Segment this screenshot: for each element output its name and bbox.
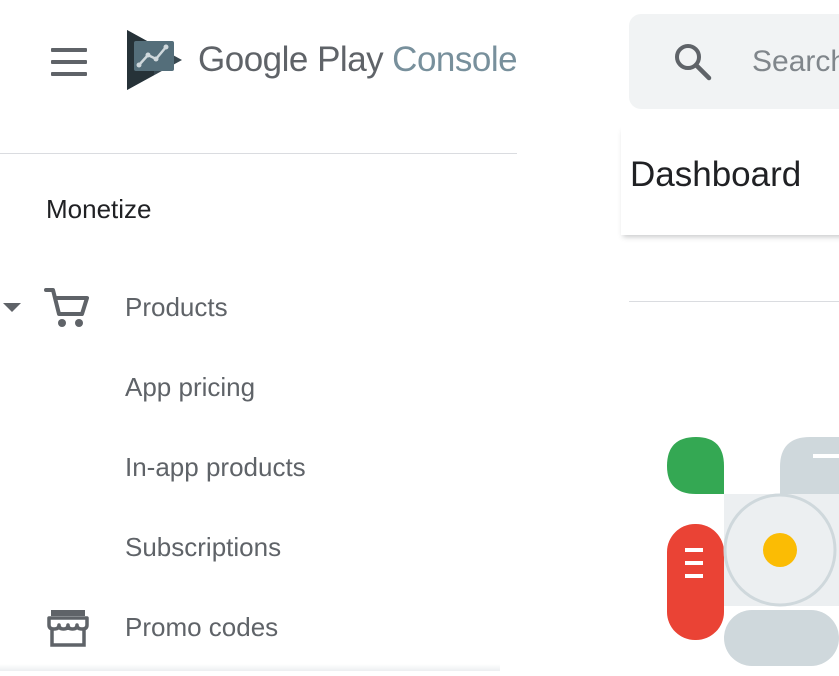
sidebar-item-app-pricing[interactable]: App pricing	[0, 358, 517, 416]
sidebar-item-label: Promo codes	[125, 612, 279, 642]
brand-console: Console	[392, 40, 518, 79]
sidebar-item-label: Subscriptions	[125, 532, 282, 562]
search-input[interactable]	[752, 42, 839, 82]
sidebar-item-subscriptions[interactable]: Subscriptions	[0, 518, 517, 576]
shopping-cart-icon	[44, 286, 92, 330]
brand-google-play: Google Play	[198, 40, 384, 79]
storefront-icon	[44, 606, 92, 650]
expand-caret-icon[interactable]	[3, 303, 21, 312]
sidebar-bottom-shadow	[0, 664, 500, 671]
content-divider	[629, 301, 839, 302]
sidebar-item-products[interactable]: Products	[0, 278, 517, 336]
play-console-logo-icon[interactable]	[124, 28, 186, 92]
sidebar-item-label: In-app products	[125, 452, 306, 482]
sidebar-item-label: Products	[125, 292, 228, 322]
sidebar-item-label: App pricing	[125, 372, 256, 402]
header-divider	[0, 153, 517, 154]
search-bar[interactable]	[629, 14, 839, 109]
hamburger-menu-icon[interactable]	[44, 40, 94, 84]
sidebar-item-in-app-products[interactable]: In-app products	[0, 438, 517, 496]
section-title-monetize: Monetize	[46, 194, 152, 224]
sidebar-item-promo-codes[interactable]: Promo codes	[0, 598, 517, 656]
brand-title[interactable]: Google Play Console	[198, 40, 518, 80]
navigation-sidebar: Google Play Console Monetize Products App…	[0, 0, 518, 671]
page-title: Dashboard	[630, 155, 802, 194]
dashboard-illustration	[660, 430, 839, 671]
page-header: Dashboard	[621, 125, 839, 235]
search-icon[interactable]	[673, 42, 713, 82]
